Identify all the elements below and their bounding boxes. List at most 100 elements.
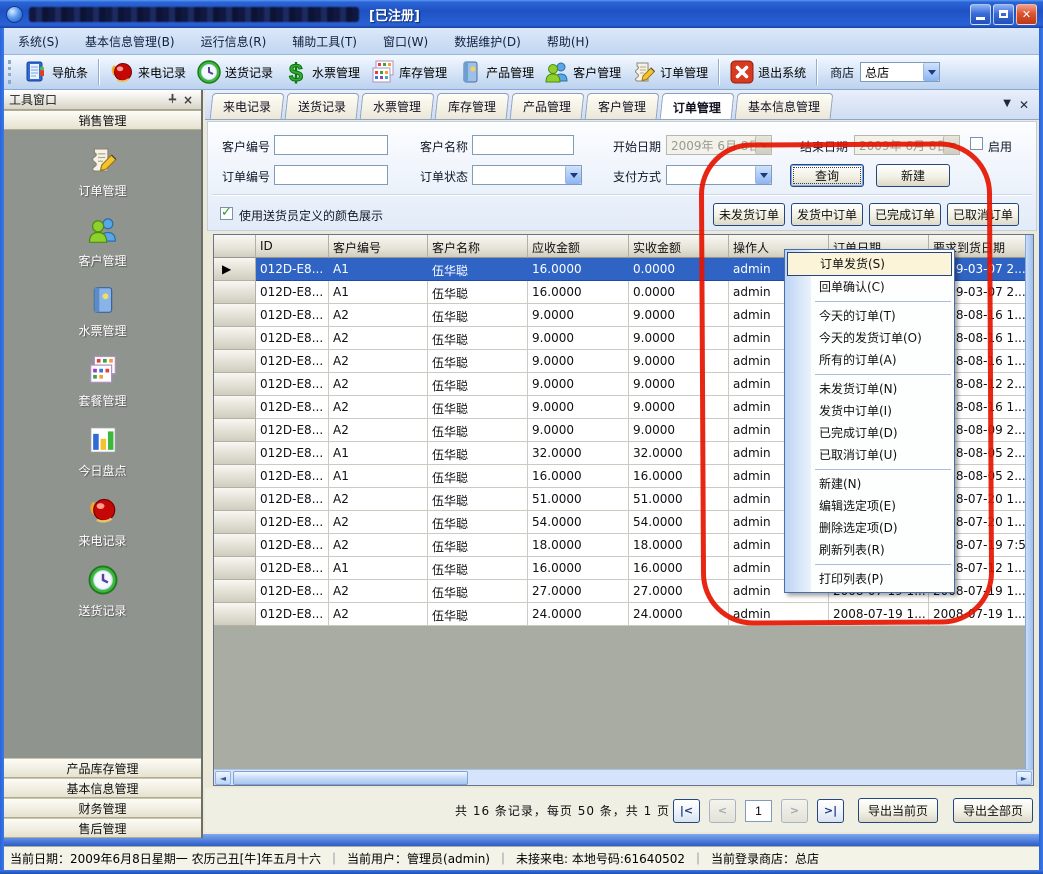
- tab-strip: 来电记录送货记录水票管理库存管理产品管理客户管理订单管理基本信息管理 ▼ ✕: [205, 90, 1039, 120]
- toolbar-separator: [718, 59, 719, 85]
- order-status-combobox[interactable]: [472, 165, 582, 185]
- tab-来电记录[interactable]: 来电记录: [210, 93, 285, 119]
- tab-close-icon[interactable]: ✕: [1019, 99, 1029, 111]
- tab-产品管理[interactable]: 产品管理: [510, 93, 585, 119]
- sidebar-section-sales[interactable]: 销售管理: [4, 110, 201, 130]
- tab-水票管理[interactable]: 水票管理: [360, 93, 435, 119]
- sidebar-item-bar-chart[interactable]: 今日盘点: [43, 424, 163, 479]
- toolbar-button-exit-cross[interactable]: 退出系统: [724, 57, 811, 87]
- app-window: [已注册] ✕ 系统(S)基本信息管理(B)运行信息(R)辅助工具(T)窗口(W…: [0, 0, 1043, 874]
- horizontal-scrollbar[interactable]: ◄ ►: [214, 769, 1033, 785]
- tab-库存管理[interactable]: 库存管理: [435, 93, 510, 119]
- toolbar-grip[interactable]: [8, 60, 12, 84]
- menubar-item-1[interactable]: 基本信息管理(B): [85, 33, 175, 50]
- next-page-button[interactable]: >: [781, 799, 808, 823]
- row-selector-cell[interactable]: [214, 603, 256, 626]
- customer-no-input[interactable]: [274, 135, 388, 155]
- row-selector-cell[interactable]: [214, 488, 256, 511]
- row-selector-cell[interactable]: [214, 304, 256, 327]
- grid-cell: 伍华聪: [428, 534, 528, 557]
- menubar-item-2[interactable]: 运行信息(R): [201, 33, 267, 50]
- enable-checkbox[interactable]: [970, 137, 983, 150]
- grid-column-header-2[interactable]: 客户名称: [428, 235, 528, 258]
- export-all-pages-button[interactable]: 导出全部页: [953, 798, 1033, 823]
- toolbar-button-navigator-book[interactable]: 导航条: [18, 57, 93, 87]
- order-no-input[interactable]: [274, 165, 388, 185]
- tab-订单管理[interactable]: 订单管理: [660, 93, 735, 119]
- close-button[interactable]: ✕: [1016, 4, 1037, 25]
- first-page-button[interactable]: |<: [673, 799, 700, 823]
- customers-icon: [87, 214, 119, 249]
- chevron-down-icon[interactable]: [923, 63, 939, 81]
- row-selector-cell[interactable]: [214, 580, 256, 603]
- sidebar-item-order-pen[interactable]: 订单管理: [43, 144, 163, 199]
- menubar-item-0[interactable]: 系统(S): [18, 33, 59, 50]
- menubar-item-5[interactable]: 数据维护(D): [454, 33, 521, 50]
- grid-column-header-0[interactable]: ID: [256, 235, 329, 258]
- row-selector-cell[interactable]: [214, 373, 256, 396]
- sidebar-item-label: 今日盘点: [78, 462, 126, 479]
- toolbar-button-product-book[interactable]: 产品管理: [452, 57, 539, 87]
- minimize-button[interactable]: [970, 4, 991, 25]
- sidebar-item-label: 来电记录: [78, 532, 126, 549]
- sidebar-section-3[interactable]: 售后管理: [4, 818, 201, 838]
- tab-list-dropdown-icon[interactable]: ▼: [1003, 99, 1011, 109]
- row-selector-cell[interactable]: ▶: [214, 258, 256, 281]
- prev-page-button[interactable]: <: [709, 799, 736, 823]
- delivery-color-checkbox[interactable]: [220, 207, 233, 220]
- sidebar-close-icon[interactable]: ×: [180, 93, 196, 107]
- toolbar-button-delivery-clock[interactable]: 送货记录: [191, 57, 278, 87]
- customer-no-label: 客户编号: [222, 138, 270, 155]
- store-combobox[interactable]: 总店: [860, 62, 940, 82]
- last-page-button[interactable]: >|: [817, 799, 844, 823]
- export-current-page-button[interactable]: 导出当前页: [858, 798, 938, 823]
- row-selector-cell[interactable]: [214, 327, 256, 350]
- chevron-down-icon[interactable]: [565, 166, 581, 184]
- menubar-item-6[interactable]: 帮助(H): [547, 33, 589, 50]
- row-selector-cell[interactable]: [214, 465, 256, 488]
- scroll-left-icon[interactable]: ◄: [215, 771, 231, 785]
- maximize-button[interactable]: [993, 4, 1014, 25]
- grid-cell: A1: [329, 442, 428, 465]
- vertical-scrollbar[interactable]: [1025, 235, 1033, 769]
- row-selector-cell[interactable]: [214, 281, 256, 304]
- row-selector-cell[interactable]: [214, 511, 256, 534]
- sidebar-section-1[interactable]: 基本信息管理: [4, 778, 201, 798]
- row-selector-cell[interactable]: [214, 557, 256, 580]
- row-selector-cell[interactable]: [214, 350, 256, 373]
- tab-客户管理[interactable]: 客户管理: [585, 93, 660, 119]
- sidebar-section-2[interactable]: 财务管理: [4, 798, 201, 818]
- menubar-item-4[interactable]: 窗口(W): [383, 33, 428, 50]
- sidebar-section-0[interactable]: 产品库存管理: [4, 758, 201, 778]
- toolbar-button-order-pen[interactable]: 订单管理: [626, 57, 713, 87]
- sidebar-item-package-calendar[interactable]: 套餐管理: [43, 354, 163, 409]
- row-selector-cell[interactable]: [214, 534, 256, 557]
- toolbar-button-customers[interactable]: 客户管理: [539, 57, 626, 87]
- row-selector-cell[interactable]: [214, 442, 256, 465]
- grid-column-header-1[interactable]: 客户编号: [329, 235, 428, 258]
- grid-cell: 伍华聪: [428, 327, 528, 350]
- sidebar-item-call-bell[interactable]: 来电记录: [43, 494, 163, 549]
- page-number-input[interactable]: [745, 800, 772, 822]
- scrollbar-thumb[interactable]: [233, 771, 468, 785]
- toolbar-button-inventory-calendar[interactable]: 库存管理: [365, 57, 452, 87]
- sidebar-item-delivery-clock[interactable]: 送货记录: [43, 564, 163, 619]
- grid-cell: 27.0000: [528, 580, 629, 603]
- row-selector-cell[interactable]: [214, 419, 256, 442]
- redacted-window-title: [29, 7, 359, 22]
- sidebar-item-customers[interactable]: 客户管理: [43, 214, 163, 269]
- menubar-item-3[interactable]: 辅助工具(T): [292, 33, 357, 50]
- pin-icon[interactable]: [164, 93, 180, 107]
- toolbar-button-dollar[interactable]: $水票管理: [278, 57, 365, 87]
- toolbar-button-call-bell[interactable]: 来电记录: [104, 57, 191, 87]
- grid-cell: 012D-E8...: [256, 258, 329, 281]
- tab-基本信息管理[interactable]: 基本信息管理: [735, 93, 834, 119]
- sidebar-item-ticket-book[interactable]: 水票管理: [43, 284, 163, 339]
- grid-column-header-3[interactable]: 应收金额: [528, 235, 629, 258]
- tab-送货记录[interactable]: 送货记录: [285, 93, 360, 119]
- customer-name-input[interactable]: [472, 135, 574, 155]
- scroll-right-icon[interactable]: ►: [1016, 771, 1032, 785]
- bar-chart-icon: [87, 424, 119, 459]
- row-selector-cell[interactable]: [214, 396, 256, 419]
- statusbar-segment-0: 当前日期：2009年6月8日星期一 农历己丑[牛]年五月十六: [10, 850, 321, 867]
